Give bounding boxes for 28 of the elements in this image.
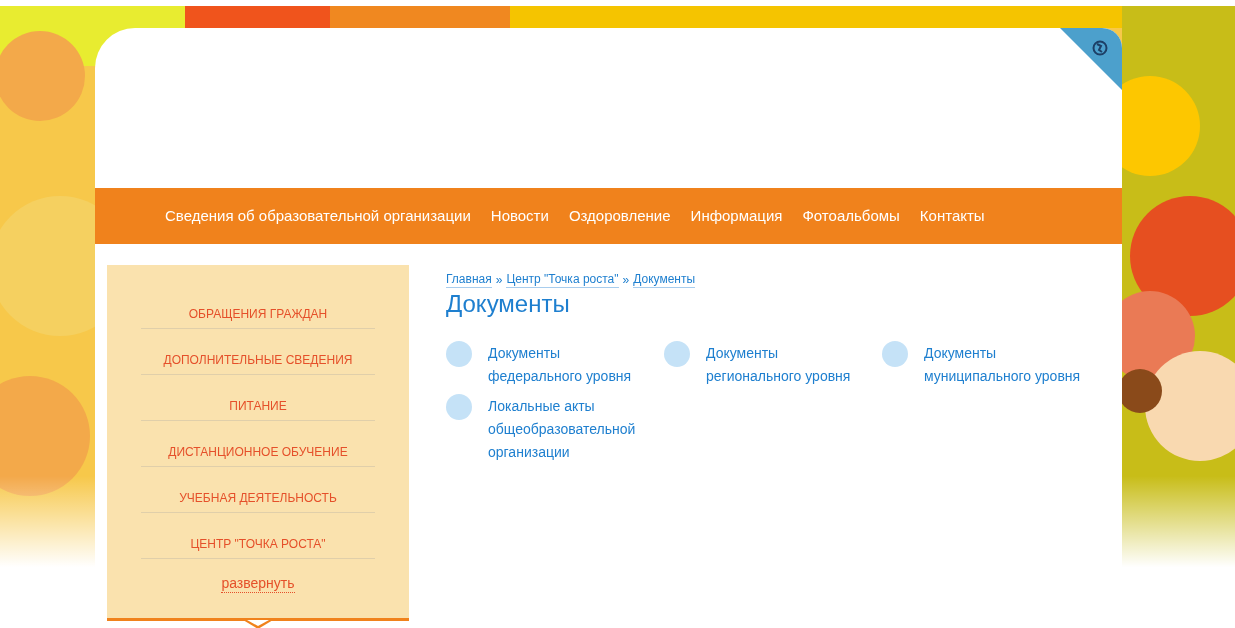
corner-tab[interactable] <box>1060 28 1122 90</box>
document-bullet-icon <box>882 341 908 367</box>
document-bullet-icon <box>446 341 472 367</box>
document-link[interactable]: Локальные акты общеобразовательной организации <box>488 395 646 464</box>
expand-link[interactable]: развернуть <box>221 574 295 593</box>
menu-link[interactable]: Контакты <box>919 204 985 228</box>
sidebar-item[interactable]: ПИТАНИЕ <box>229 398 287 414</box>
document-link[interactable]: Документы федерального уровня <box>488 342 646 388</box>
document-bullet-icon <box>446 394 472 420</box>
sidebar-item[interactable]: ОБРАЩЕНИЯ ГРАЖДАН <box>188 306 328 322</box>
sidebar-item[interactable]: ДИСТАНЦИОННОЕ ОБУЧЕНИЕ <box>168 444 348 460</box>
breadcrumb-separator: » <box>622 271 630 288</box>
menu-link[interactable]: Сведения об образовательной организации <box>165 204 471 228</box>
menu-link[interactable]: Информация <box>690 204 783 228</box>
document-link[interactable]: Документы муниципального уровня <box>924 342 1082 388</box>
menu-link[interactable]: Оздоровление <box>568 204 671 228</box>
sidebar-item[interactable]: ЦЕНТР "ТОЧКА РОСТА" <box>190 536 326 552</box>
sidebar-item[interactable]: ДОПОЛНИТЕЛЬНЫЕ СВЕДЕНИЯ <box>163 352 353 368</box>
breadcrumb-link[interactable]: Центр "Точка роста" <box>506 271 619 288</box>
breadcrumb-link[interactable]: Главная <box>446 271 492 288</box>
breadcrumb-separator: » <box>495 271 503 288</box>
page-title: Документы <box>446 289 571 319</box>
menu-link[interactable]: Фотоальбомы <box>802 204 900 228</box>
document-link[interactable]: Документы регионального уровня <box>706 342 864 388</box>
menu-link[interactable]: Новости <box>490 204 549 228</box>
breadcrumb-link[interactable]: Документы <box>633 271 696 288</box>
sidebar-item[interactable]: УЧЕБНАЯ ДЕЯТЕЛЬНОСТЬ <box>179 490 337 506</box>
document-bullet-icon <box>664 341 690 367</box>
